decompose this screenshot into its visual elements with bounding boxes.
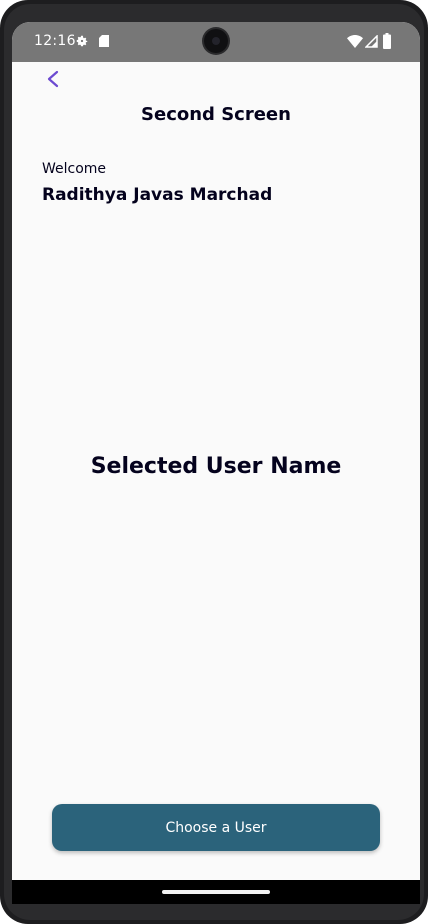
front-camera [204, 29, 228, 53]
user-name: Radithya Javas Marchad [42, 185, 273, 205]
selected-user-name: Selected User Name [90, 454, 342, 479]
signal-icon [365, 35, 378, 48]
sd-card-icon [99, 35, 109, 47]
app-screen: 12:16 Second Screen Welcome Radithya Jav… [12, 22, 420, 904]
wifi-icon [347, 35, 363, 48]
battery-icon [383, 33, 391, 49]
welcome-label: Welcome [42, 161, 107, 177]
back-chevron-icon[interactable] [38, 64, 68, 94]
page-title: Second Screen [141, 104, 291, 125]
choose-user-button[interactable]: Choose a User [52, 804, 380, 851]
home-indicator[interactable] [162, 890, 270, 894]
gear-icon [76, 35, 88, 47]
system-nav-bar [12, 880, 420, 904]
device-frame: 12:16 Second Screen Welcome Radithya Jav… [0, 0, 428, 924]
status-time: 12:16 [34, 33, 76, 49]
status-bar: 12:16 [12, 22, 420, 62]
